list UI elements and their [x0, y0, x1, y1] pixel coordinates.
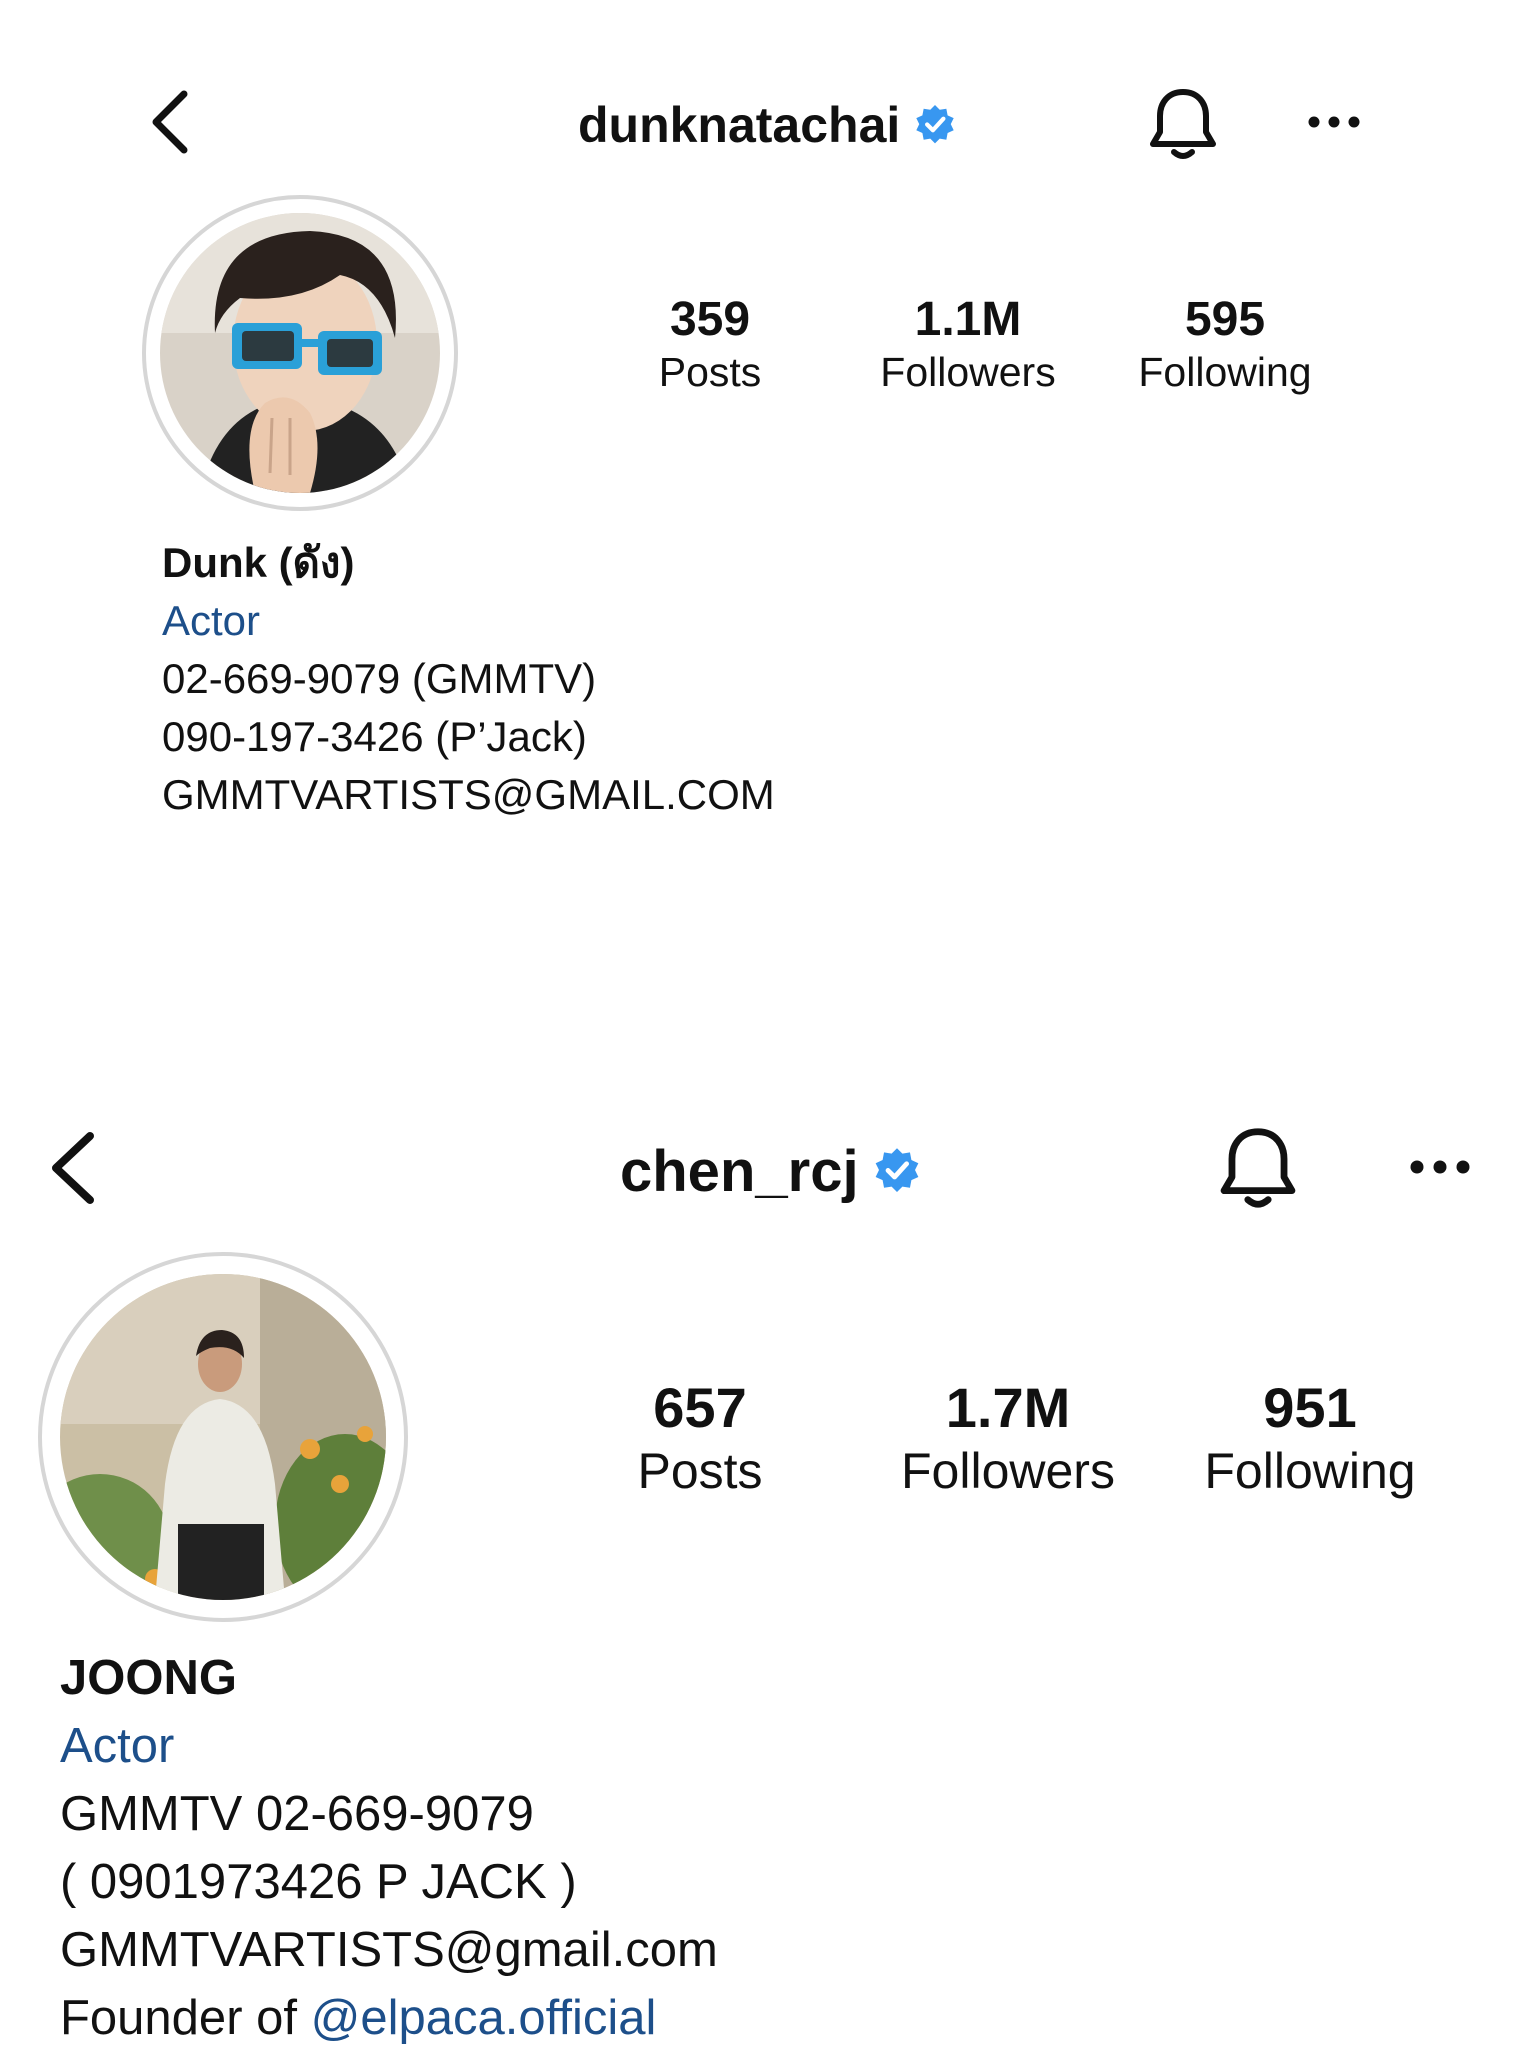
category-label[interactable]: Actor	[60, 1712, 718, 1780]
bio-line: ( 0901973426 P JACK )	[60, 1855, 577, 1909]
stat-posts-label: Posts	[637, 1443, 763, 1499]
bell-icon	[1150, 89, 1216, 159]
verified-badge-icon	[875, 1148, 918, 1192]
stat-posts[interactable]: 359 Posts	[630, 292, 790, 396]
stat-followers[interactable]: 1.7M Followers	[878, 1375, 1138, 1500]
username-text: dunknatachai	[578, 97, 901, 153]
more-horizontal-icon	[1410, 1160, 1470, 1174]
display-name: JOONG	[60, 1651, 237, 1705]
stat-posts-value: 359	[669, 293, 751, 346]
avatar[interactable]	[160, 213, 440, 493]
stat-followers-label: Followers	[901, 1443, 1115, 1499]
bio-line: GMMTV 02-669-9079	[60, 1787, 534, 1841]
back-button[interactable]	[48, 1132, 98, 1204]
bio-line: 02-669-9079 (GMMTV)	[162, 655, 597, 702]
category-label[interactable]: Actor	[162, 592, 775, 650]
notifications-button[interactable]	[1148, 86, 1218, 162]
bio-line: GMMTVARTISTS@gmail.com	[60, 1923, 718, 1977]
stat-posts-label: Posts	[658, 349, 762, 395]
username-title: dunknatachai	[578, 95, 956, 155]
display-name: Dunk (ดัง)	[162, 539, 355, 586]
avatar-photo	[160, 213, 440, 493]
stat-followers-value: 1.1M	[914, 293, 1022, 346]
stat-following-label: Following	[1204, 1443, 1416, 1499]
stat-following-label: Following	[1138, 349, 1312, 395]
notifications-button[interactable]	[1218, 1125, 1298, 1211]
chevron-left-icon	[152, 90, 188, 154]
verified-badge-icon	[916, 105, 954, 144]
bio-line-founder: Founder of @elpaca.official	[60, 1984, 718, 2052]
stat-followers-label: Followers	[880, 349, 1056, 395]
stat-following-value: 595	[1184, 293, 1266, 346]
stat-following[interactable]: 951 Following	[1180, 1375, 1440, 1500]
username-title: chen_rcj	[620, 1137, 921, 1205]
stat-following[interactable]: 595 Following	[1115, 292, 1335, 396]
stat-following-value: 951	[1263, 1376, 1357, 1439]
bio-line: 090-197-3426 (P’Jack)	[162, 713, 587, 760]
bio-founder-prefix: Founder of	[60, 1991, 311, 2045]
more-horizontal-icon	[1308, 116, 1360, 128]
more-options-button[interactable]	[1308, 110, 1360, 134]
stat-followers[interactable]: 1.1M Followers	[858, 292, 1078, 396]
profile-bio: JOONG Actor GMMTV 02-669-9079 ( 09019734…	[60, 1644, 718, 2052]
avatar[interactable]	[60, 1274, 386, 1600]
chevron-left-icon	[52, 1132, 94, 1204]
bio-line: GMMTVARTISTS@GMAIL.COM	[162, 771, 775, 818]
profile-bio: Dunk (ดัง) Actor 02-669-9079 (GMMTV) 090…	[162, 534, 775, 824]
stat-posts[interactable]: 657 Posts	[610, 1375, 790, 1500]
mention-link[interactable]: @elpaca.official	[311, 1991, 657, 2045]
bell-icon	[1220, 1128, 1296, 1208]
more-options-button[interactable]	[1410, 1154, 1470, 1180]
avatar-photo	[60, 1274, 386, 1600]
stat-posts-value: 657	[653, 1376, 747, 1439]
username-text: chen_rcj	[620, 1138, 859, 1204]
back-button[interactable]	[148, 90, 192, 154]
stat-followers-value: 1.7M	[945, 1376, 1071, 1439]
